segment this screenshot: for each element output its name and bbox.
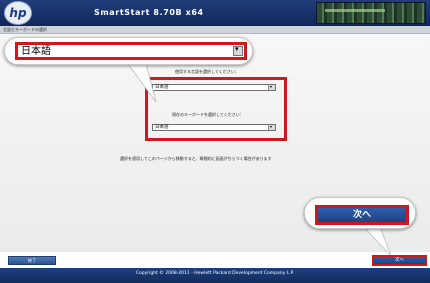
next-zoom-callout: 次へ — [304, 197, 416, 229]
hp-logo-icon: hp — [4, 1, 32, 25]
selection-highlight-box — [145, 77, 287, 141]
language-select-zoomed[interactable]: 日本語 ▾ — [15, 42, 247, 60]
chevron-down-icon: ▾ — [233, 45, 243, 56]
logo-text: hp — [9, 6, 27, 20]
app-title: SmartStart 8.70B x64 — [94, 8, 204, 17]
notice-text: 選択を適用してこのページから移動すると、瞬間的に画面がちらつく場合があります — [120, 156, 272, 161]
copyright-text: Copyright © 2008-2011 - Hewlett Packard … — [135, 271, 295, 276]
section-title: 言語とキーボードの選択 — [3, 27, 47, 32]
exit-button[interactable]: 終了 — [8, 256, 56, 265]
zoom-select-value: 日本語 — [21, 46, 51, 57]
next-button[interactable]: 次へ — [372, 255, 427, 266]
server-banner-image — [316, 2, 426, 24]
app-header: hp SmartStart 8.70B x64 — [0, 0, 430, 26]
language-label: 使用する言語を選択してください： — [175, 69, 239, 74]
callout-pointer-language — [124, 59, 157, 103]
language-zoom-callout: 日本語 ▾ — [4, 37, 253, 65]
section-bar: 言語とキーボードの選択 — [0, 26, 430, 34]
next-button-zoomed[interactable]: 次へ — [315, 205, 409, 225]
footer-bar: Copyright © 2008-2011 - Hewlett Packard … — [0, 268, 430, 283]
